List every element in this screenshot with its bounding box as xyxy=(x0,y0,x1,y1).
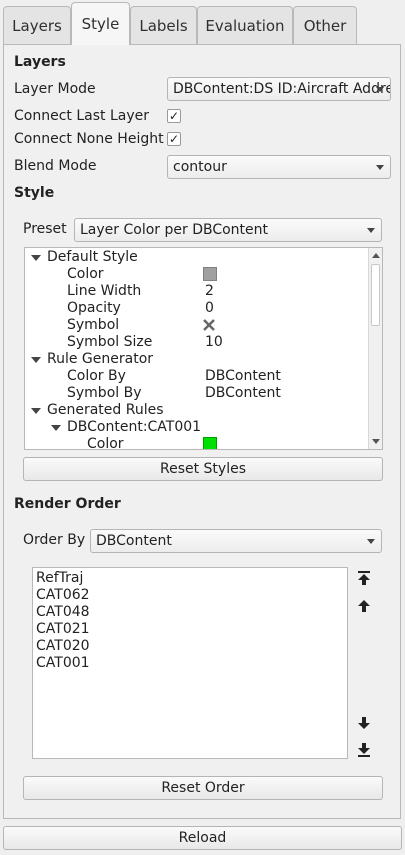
list-item[interactable]: CAT048 xyxy=(36,604,90,620)
tree-opacity-label: Opacity xyxy=(67,300,121,316)
list-item[interactable]: CAT020 xyxy=(36,638,90,654)
move-to-bottom-icon[interactable] xyxy=(356,742,372,758)
layer-mode-label: Layer Mode xyxy=(14,81,96,97)
connect-none-height-label: Connect None Height xyxy=(14,131,164,147)
x-mark-icon[interactable] xyxy=(202,318,216,332)
tree-node-cat001[interactable]: DBContent:CAT001 xyxy=(67,419,201,435)
move-up-icon[interactable] xyxy=(356,598,372,614)
order-by-label: Order By xyxy=(23,532,86,548)
tree-line-width-label: Line Width xyxy=(67,283,142,299)
preset-select[interactable]: Layer Color per DBContent xyxy=(74,218,382,242)
layer-mode-select[interactable]: DBContent:DS ID:Aircraft Address xyxy=(167,77,391,101)
tree-symbol-size-label: Symbol Size xyxy=(67,334,153,350)
tree-node-rule-generator[interactable]: Rule Generator xyxy=(47,351,153,367)
blend-mode-label: Blend Mode xyxy=(14,158,97,174)
layer-mode-value: DBContent:DS ID:Aircraft Address xyxy=(173,81,391,97)
list-item[interactable]: RefTraj xyxy=(36,570,83,586)
tab-label: Evaluation xyxy=(205,16,285,35)
chevron-down-icon xyxy=(367,228,375,233)
chevron-down-icon xyxy=(376,87,384,92)
tree-symbol-by-value[interactable]: DBContent xyxy=(205,385,281,401)
tree-color-by-label: Color By xyxy=(67,368,126,384)
blend-mode-select[interactable]: contour xyxy=(167,155,391,179)
move-to-top-icon[interactable] xyxy=(356,570,372,586)
reset-order-button[interactable]: Reset Order xyxy=(23,776,383,800)
style-tree[interactable]: Default Style Color Line Width 2 Opacity… xyxy=(24,247,383,450)
tab-label: Style xyxy=(81,15,120,33)
reload-button[interactable]: Reload xyxy=(3,826,402,850)
tree-symbol-label: Symbol xyxy=(67,317,120,333)
tree-cat001-color-label: Color xyxy=(87,436,124,450)
tab-evaluation[interactable]: Evaluation xyxy=(197,6,293,44)
tree-symbol-by-label: Symbol By xyxy=(67,385,142,401)
chevron-down-icon xyxy=(367,539,375,544)
tab-label: Other xyxy=(303,16,347,35)
expand-triangle-icon[interactable] xyxy=(31,408,41,414)
expand-triangle-icon[interactable] xyxy=(51,425,61,431)
list-item[interactable]: CAT021 xyxy=(36,621,90,637)
list-item[interactable]: CAT062 xyxy=(36,587,90,603)
tree-color-label: Color xyxy=(67,266,104,282)
order-by-select[interactable]: DBContent xyxy=(90,529,382,553)
tab-layers[interactable]: Layers xyxy=(3,6,71,44)
tree-node-generated-rules[interactable]: Generated Rules xyxy=(47,402,164,418)
tab-other[interactable]: Other xyxy=(293,6,357,44)
tab-labels[interactable]: Labels xyxy=(130,6,197,44)
preset-value: Layer Color per DBContent xyxy=(80,222,269,238)
color-swatch[interactable] xyxy=(203,267,217,281)
tree-symbol-size-value[interactable]: 10 xyxy=(205,334,223,350)
tree-node-default-style[interactable]: Default Style xyxy=(47,249,138,265)
blend-mode-value: contour xyxy=(173,159,227,175)
move-down-icon[interactable] xyxy=(356,715,372,731)
tab-style[interactable]: Style xyxy=(71,2,130,45)
connect-none-height-checkbox[interactable]: ✓ xyxy=(167,132,181,146)
chevron-down-icon xyxy=(376,165,384,170)
preset-label: Preset xyxy=(23,221,67,237)
tab-label: Layers xyxy=(12,16,62,35)
render-order-list[interactable]: RefTraj CAT062 CAT048 CAT021 CAT020 CAT0… xyxy=(32,567,348,759)
order-by-value: DBContent xyxy=(96,533,172,549)
tree-opacity-value[interactable]: 0 xyxy=(205,300,214,316)
scrollbar-thumb[interactable] xyxy=(371,264,380,326)
scroll-up-icon[interactable] xyxy=(372,253,380,258)
tree-scrollbar[interactable] xyxy=(368,248,382,449)
color-swatch[interactable] xyxy=(203,437,217,449)
connect-last-layer-label: Connect Last Layer xyxy=(14,108,149,124)
style-section-title: Style xyxy=(14,185,55,201)
reset-styles-button[interactable]: Reset Styles xyxy=(23,457,383,481)
tree-color-by-value[interactable]: DBContent xyxy=(205,368,281,384)
tree-line-width-value[interactable]: 2 xyxy=(205,283,214,299)
layers-section-title: Layers xyxy=(14,54,66,70)
scroll-down-icon[interactable] xyxy=(372,439,380,444)
expand-triangle-icon[interactable] xyxy=(31,255,41,261)
tab-label: Labels xyxy=(139,16,188,35)
render-order-section-title: Render Order xyxy=(14,496,121,512)
list-item[interactable]: CAT001 xyxy=(36,655,90,671)
expand-triangle-icon[interactable] xyxy=(31,357,41,363)
connect-last-layer-checkbox[interactable]: ✓ xyxy=(167,109,181,123)
